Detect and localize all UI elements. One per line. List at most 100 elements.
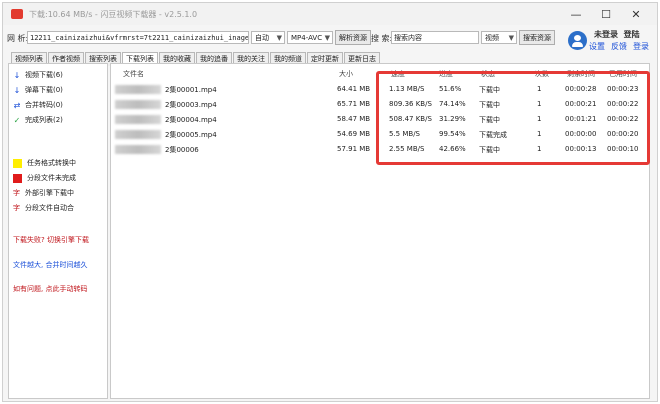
cell-progress: 99.54% xyxy=(439,130,466,138)
col-filename[interactable]: 文件名 xyxy=(123,69,144,79)
cell-filename: 2集00006 xyxy=(165,146,199,154)
legend-label: 分段文件未完成 xyxy=(27,174,76,182)
cell-progress: 74.14% xyxy=(439,100,466,108)
cell-progress: 31.29% xyxy=(439,115,466,123)
cell-progress: 42.66% xyxy=(439,145,466,153)
char-glyph-icon: 字 xyxy=(13,204,20,212)
col-speed[interactable]: 速度 xyxy=(391,69,405,79)
legend-label: 任务格式转换中 xyxy=(27,159,76,167)
cell-speed: 508.47 KB/S xyxy=(389,115,432,123)
legend-external-engine: 字外部引擎下载中 xyxy=(13,188,74,198)
table-row[interactable]: 2集00003.mp4 65.71 MB 809.36 KB/S 74.14% … xyxy=(111,98,649,111)
legend-label: 分段文件自动合 xyxy=(25,204,74,212)
format-select[interactable]: MP4-AVC ▼ xyxy=(287,31,333,44)
cell-status: 下载中 xyxy=(479,116,500,124)
arrow-down-icon: ↓ xyxy=(13,85,21,95)
window-title: 下载:10.64 MB/s - 闪豆视频下载器 - v2.5.1.0 xyxy=(29,10,198,19)
minimize-button[interactable]: — xyxy=(565,6,587,22)
table-row[interactable]: 2集00006 57.91 MB 2.55 MB/S 42.66% 下载中 1 … xyxy=(111,143,649,156)
source-value: 视频 xyxy=(485,34,499,42)
arrow-down-icon: ↓ xyxy=(13,70,21,80)
blurred-name xyxy=(115,115,161,124)
legend-auto-merge: 字分段文件自动合 xyxy=(13,203,74,213)
cell-count: 1 xyxy=(537,115,542,123)
col-remaining[interactable]: 剩余时间 xyxy=(567,69,595,79)
blurred-name xyxy=(115,130,161,139)
filter-label: 弹幕下载(0) xyxy=(25,86,63,94)
app-logo-icon xyxy=(11,9,23,19)
cell-size: 57.91 MB xyxy=(337,145,371,153)
tip-merge-time: 文件越大, 合并时间越久 xyxy=(13,261,88,269)
col-count[interactable]: 次数 xyxy=(535,69,549,79)
toolbar: 网 析: 12211_cainizaizhui&vfrmrst=7t2211_c… xyxy=(3,27,657,51)
search-label: 搜 索: xyxy=(371,34,393,43)
search-button[interactable]: 搜索资源 xyxy=(519,30,555,45)
download-table: 文件名 大小 速度 进度 状态 次数 剩余时间 已用时间 2集00001.mp4… xyxy=(110,63,650,399)
close-button[interactable]: ✕ xyxy=(625,6,647,22)
cell-speed: 5.5 MB/S xyxy=(389,130,421,138)
blurred-name xyxy=(115,145,161,154)
cell-speed: 2.55 MB/S xyxy=(389,145,425,153)
tip-switch-engine[interactable]: 下载失败? 切换引擎下载 xyxy=(13,235,89,245)
quality-value: 自动 xyxy=(255,34,269,42)
url-label: 网 析: xyxy=(7,34,29,43)
url-input[interactable]: 12211_cainizaizhui&vfrmrst=7t2211_cainiz… xyxy=(27,31,249,44)
avatar[interactable] xyxy=(568,31,587,50)
cell-size: 58.47 MB xyxy=(337,115,371,123)
col-progress[interactable]: 进度 xyxy=(439,69,453,79)
settings-link[interactable]: 设置 xyxy=(589,41,605,52)
table-row[interactable]: 2集00004.mp4 58.47 MB 508.47 KB/S 31.29% … xyxy=(111,113,649,126)
parse-button[interactable]: 解析资源 xyxy=(335,30,371,45)
legend-incomplete: 分段文件未完成 xyxy=(13,173,76,183)
filter-video-download[interactable]: ↓ 视频下载(6) xyxy=(13,70,63,80)
table-header: 文件名 大小 速度 进度 状态 次数 剩余时间 已用时间 xyxy=(111,64,649,80)
vip-text: 登陆 xyxy=(623,30,640,39)
cell-count: 1 xyxy=(537,130,542,138)
check-icon: ✓ xyxy=(13,115,21,125)
cell-status: 下载完成 xyxy=(479,131,507,139)
cell-filename: 2集00001.mp4 xyxy=(165,86,217,94)
maximize-button[interactable]: ☐ xyxy=(595,6,617,22)
red-swatch-icon xyxy=(13,173,22,183)
chevron-down-icon: ▼ xyxy=(508,34,514,42)
cell-remaining: 00:00:13 xyxy=(565,145,597,153)
window-controls: — ☐ ✕ xyxy=(565,6,647,22)
cell-status: 下载中 xyxy=(479,146,500,154)
chevron-down-icon: ▼ xyxy=(276,34,282,42)
login-link[interactable]: 登录 xyxy=(633,41,649,52)
search-input[interactable]: 搜索内容 xyxy=(391,31,479,44)
blurred-name xyxy=(115,100,161,109)
col-size[interactable]: 大小 xyxy=(339,69,353,79)
table-row[interactable]: 2集00005.mp4 54.69 MB 5.5 MB/S 99.54% 下载完… xyxy=(111,128,649,141)
login-status: 未登录 登陆 xyxy=(594,29,640,40)
swap-icon: ⇄ xyxy=(13,100,21,110)
cell-remaining: 00:01:21 xyxy=(565,115,597,123)
format-value: MP4-AVC xyxy=(291,34,323,42)
cell-speed: 809.36 KB/S xyxy=(389,100,432,108)
col-elapsed[interactable]: 已用时间 xyxy=(609,69,637,79)
left-panel: ↓ 视频下载(6) ↓ 弹幕下载(0) ⇄ 合并转码(0) ✓ 完成列表(2) 任务格式… xyxy=(8,63,108,399)
quality-select[interactable]: 自动 ▼ xyxy=(251,31,285,44)
cell-filename: 2集00005.mp4 xyxy=(165,131,217,139)
filter-label: 合并转码(0) xyxy=(25,101,63,109)
cell-count: 1 xyxy=(537,145,542,153)
filter-completed[interactable]: ✓ 完成列表(2) xyxy=(13,115,63,125)
legend-converting: 任务格式转换中 xyxy=(13,158,76,168)
filter-merge-transcode[interactable]: ⇄ 合并转码(0) xyxy=(13,100,63,110)
cell-remaining: 00:00:28 xyxy=(565,85,597,93)
col-status[interactable]: 状态 xyxy=(481,69,495,79)
user-links: 设置 反馈 登录 xyxy=(589,41,649,52)
table-row[interactable]: 2集00001.mp4 64.41 MB 1.13 MB/S 51.6% 下载中… xyxy=(111,83,649,96)
filter-danmaku-download[interactable]: ↓ 弹幕下载(0) xyxy=(13,85,63,95)
cell-elapsed: 00:00:22 xyxy=(607,100,639,108)
tip-manual-transcode[interactable]: 如有问题, 点此手动转码 xyxy=(13,284,87,294)
cell-count: 1 xyxy=(537,100,542,108)
legend-label: 外部引擎下载中 xyxy=(25,189,74,197)
filter-label: 完成列表(2) xyxy=(25,116,63,124)
login-status-text: 未登录 xyxy=(594,30,618,39)
yellow-swatch-icon xyxy=(13,158,22,168)
source-select[interactable]: 视频 ▼ xyxy=(481,31,517,44)
title-bar: 下载:10.64 MB/s - 闪豆视频下载器 - v2.5.1.0 — ☐ ✕ xyxy=(3,3,657,25)
blurred-name xyxy=(115,85,161,94)
feedback-link[interactable]: 反馈 xyxy=(611,41,627,52)
